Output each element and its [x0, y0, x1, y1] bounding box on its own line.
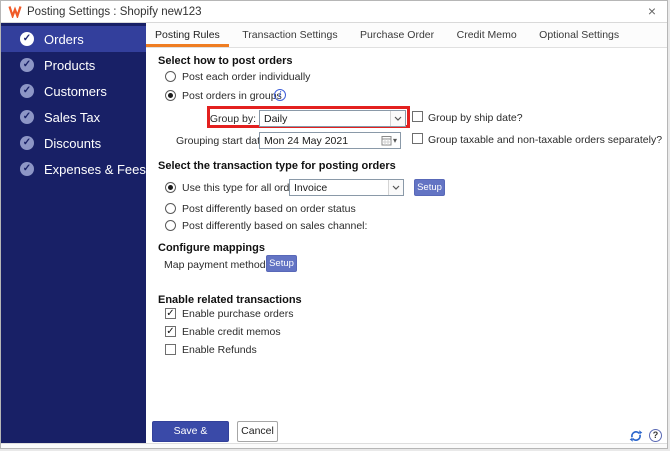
info-icon[interactable]: i — [274, 89, 286, 101]
refresh-icon[interactable] — [629, 429, 643, 443]
checkbox-group-by-ship-date-label[interactable]: Group by ship date? — [428, 112, 523, 124]
chevron-down-icon[interactable] — [390, 111, 405, 126]
title-bar: Posting Settings : Shopify new123 × — [1, 1, 667, 23]
radio-use-type-all[interactable] — [165, 182, 176, 193]
close-icon[interactable]: × — [637, 1, 667, 22]
sidebar-item-label: Sales Tax — [44, 109, 101, 125]
checkbox-group-taxable[interactable] — [412, 133, 423, 144]
radio-post-in-groups[interactable] — [165, 90, 176, 101]
map-payment-methods-label: Map payment methods: — [164, 259, 274, 271]
main-panel: Posting Rules Transaction Settings Purch… — [146, 23, 667, 448]
check-circle-icon: ✓ — [20, 136, 34, 150]
section-heading-related-transactions: Enable related transactions — [158, 294, 302, 306]
grouping-start-date-label: Grouping start date: — [176, 135, 269, 147]
radio-by-sales-channel-label[interactable]: Post differently based on sales channel: — [182, 220, 367, 232]
sidebar-item-customers[interactable]: ✓ Customers — [1, 78, 146, 104]
radio-by-order-status[interactable] — [165, 203, 176, 214]
checkbox-group-by-ship-date[interactable] — [412, 111, 423, 122]
transaction-type-setup-button[interactable]: Setup — [414, 179, 445, 196]
radio-post-individually[interactable] — [165, 71, 176, 82]
radio-by-order-status-label[interactable]: Post differently based on order status — [182, 203, 356, 215]
posting-settings-window: Posting Settings : Shopify new123 × ✓ Or… — [0, 0, 668, 449]
check-circle-icon: ✓ — [20, 110, 34, 124]
tab-posting-rules[interactable]: Posting Rules — [146, 23, 229, 47]
checkbox-enable-purchase-orders-label[interactable]: Enable purchase orders — [182, 308, 294, 320]
radio-by-sales-channel[interactable] — [165, 220, 176, 231]
tab-transaction-settings[interactable]: Transaction Settings — [233, 23, 346, 47]
check-circle-icon: ✓ — [20, 58, 34, 72]
map-payment-methods-setup-button[interactable]: Setup — [266, 255, 297, 272]
sidebar-item-orders[interactable]: ✓ Orders — [1, 26, 146, 52]
sidebar-item-label: Discounts — [44, 135, 102, 151]
checkbox-enable-purchase-orders[interactable]: ✓ — [165, 308, 176, 319]
tab-purchase-order[interactable]: Purchase Order — [351, 23, 443, 47]
help-icon[interactable]: ? — [649, 429, 662, 442]
sidebar-item-sales-tax[interactable]: ✓ Sales Tax — [1, 104, 146, 130]
check-circle-icon: ✓ — [20, 84, 34, 98]
window-title: Posting Settings : Shopify new123 — [27, 5, 202, 18]
check-circle-icon: ✓ — [20, 32, 34, 46]
checkbox-enable-refunds-label[interactable]: Enable Refunds — [182, 344, 257, 356]
cancel-button[interactable]: Cancel — [237, 421, 278, 442]
sidebar-item-products[interactable]: ✓ Products — [1, 52, 146, 78]
posting-rules-content: Select how to post orders Post each orde… — [146, 48, 667, 448]
grouping-start-date-field[interactable]: Mon 24 May 2021 ▾ — [259, 132, 401, 149]
app-logo-icon — [8, 5, 22, 18]
sidebar: ✓ Orders ✓ Products ✓ Customers ✓ Sales … — [1, 23, 146, 446]
sidebar-item-label: Expenses & Fees — [44, 161, 146, 177]
calendar-icon — [381, 136, 392, 146]
section-heading-configure-mappings: Configure mappings — [158, 242, 265, 254]
radio-post-individually-label[interactable]: Post each order individually — [182, 71, 310, 83]
group-by-value: Daily — [264, 112, 288, 125]
tab-bar: Posting Rules Transaction Settings Purch… — [146, 23, 667, 48]
check-circle-icon: ✓ — [20, 162, 34, 176]
sidebar-item-expenses-fees[interactable]: ✓ Expenses & Fees — [1, 156, 146, 182]
group-by-dropdown[interactable]: Daily — [259, 110, 406, 127]
chevron-down-icon[interactable] — [388, 180, 403, 195]
group-by-label: Group by: — [209, 113, 256, 125]
grouping-start-date-value: Mon 24 May 2021 — [264, 134, 349, 147]
sidebar-item-label: Products — [44, 57, 96, 73]
checkbox-group-taxable-label[interactable]: Group taxable and non-taxable orders sep… — [428, 134, 662, 146]
save-continue-button[interactable]: Save & Continue — [152, 421, 229, 448]
sidebar-item-label: Orders — [44, 31, 84, 47]
checkbox-enable-refunds[interactable] — [165, 344, 176, 355]
radio-post-in-groups-label[interactable]: Post orders in groups — [182, 90, 282, 102]
tab-credit-memo[interactable]: Credit Memo — [448, 23, 526, 47]
window-bottom-edge — [1, 443, 667, 448]
sidebar-item-label: Customers — [44, 83, 107, 99]
checkbox-enable-credit-memos-label[interactable]: Enable credit memos — [182, 326, 281, 338]
date-dropdown-arrow-icon[interactable]: ▾ — [393, 136, 397, 145]
checkbox-enable-credit-memos[interactable]: ✓ — [165, 326, 176, 337]
sidebar-item-discounts[interactable]: ✓ Discounts — [1, 130, 146, 156]
section-heading-transaction-type: Select the transaction type for posting … — [158, 160, 396, 172]
transaction-type-dropdown[interactable]: Invoice — [289, 179, 404, 196]
section-heading-how-to-post: Select how to post orders — [158, 55, 293, 67]
transaction-type-value: Invoice — [294, 181, 328, 194]
tab-optional-settings[interactable]: Optional Settings — [530, 23, 628, 47]
